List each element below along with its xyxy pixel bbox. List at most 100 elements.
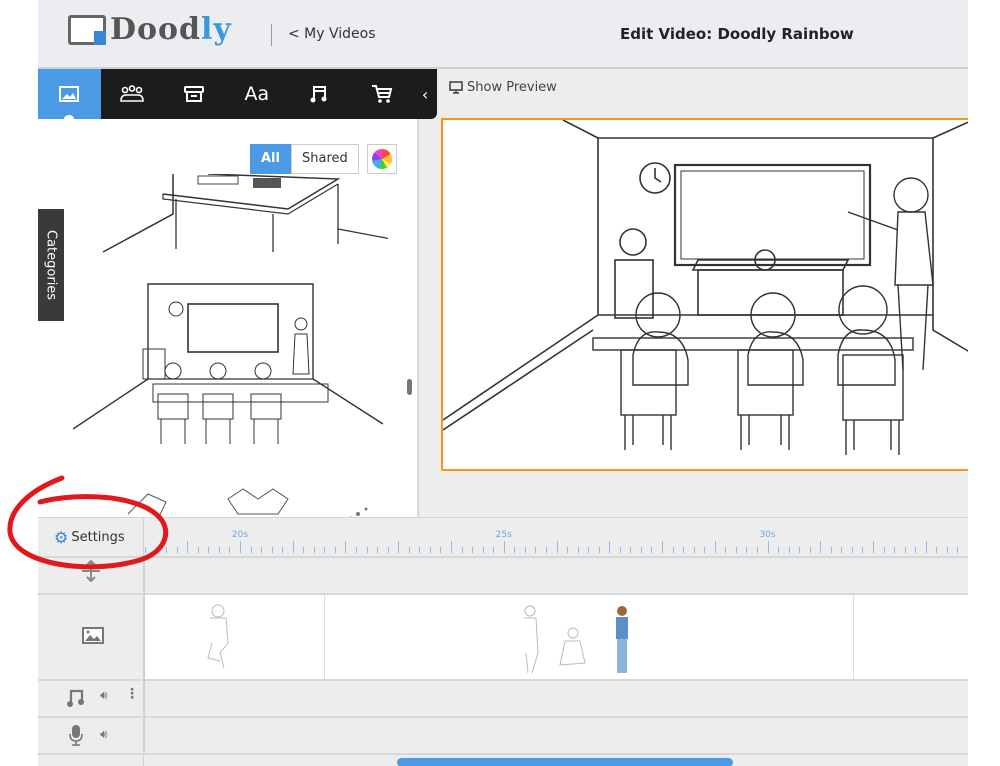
monitor-icon	[449, 81, 463, 94]
ruler-tick	[250, 547, 252, 553]
library-scrollbar[interactable]	[407, 379, 412, 395]
settings-button[interactable]: ⚙ Settings	[54, 528, 125, 547]
ruler-tick	[936, 547, 938, 553]
tab-images[interactable]	[38, 69, 101, 123]
app-header: Doodly < My Videos Edit Video: Doodly Ra…	[38, 0, 968, 69]
panel-divider[interactable]	[418, 119, 419, 519]
logo-text: Doodly	[110, 12, 232, 47]
ruler-tick	[524, 547, 526, 553]
music-track-icon	[67, 689, 84, 707]
ruler-tick	[261, 547, 263, 553]
ruler-tick	[609, 541, 611, 553]
ruler-tick	[588, 547, 590, 553]
ruler-tick	[851, 547, 853, 553]
track-header-divider	[144, 556, 145, 753]
ruler-tick	[640, 547, 642, 553]
ruler-tick	[208, 547, 210, 553]
show-preview-button[interactable]: Show Preview	[449, 80, 557, 95]
scene-canvas[interactable]	[441, 118, 968, 471]
ruler-tick	[398, 541, 400, 553]
ruler-tick	[873, 541, 875, 553]
ruler-tick	[820, 541, 822, 553]
box-icon	[184, 86, 205, 102]
ruler-tick	[303, 547, 305, 553]
ruler-tick	[651, 547, 653, 553]
library-thumb-classroom[interactable]	[73, 279, 383, 454]
ruler-tick	[767, 541, 769, 553]
page-title: Edit Video: Doodly Rainbow	[620, 25, 854, 43]
tab-characters[interactable]	[101, 69, 164, 119]
tab-text[interactable]: Aa	[226, 69, 289, 119]
ruler-tick	[166, 547, 168, 553]
ruler-tick	[693, 547, 695, 553]
timeline: ⚙ Settings 20s 25s 30s 🔊︎ ⋮ 🔊︎	[38, 517, 968, 766]
ruler-tick	[239, 541, 241, 553]
tab-music[interactable]	[288, 69, 351, 119]
move-icon[interactable]	[81, 560, 101, 582]
tab-props[interactable]	[163, 69, 226, 119]
ruler-tick	[356, 547, 358, 553]
ruler-tick	[915, 547, 917, 553]
row-divider	[38, 556, 968, 558]
more-options-icon[interactable]: ⋮	[125, 686, 139, 702]
ruler-tick	[567, 547, 569, 553]
ruler-tick	[493, 547, 495, 553]
ruler-tick	[672, 547, 674, 553]
music-icon	[310, 86, 327, 103]
filter-all-button[interactable]: All	[250, 144, 291, 174]
color-filter-button[interactable]	[366, 144, 397, 174]
ruler-tick	[809, 547, 811, 553]
tab-store[interactable]	[351, 69, 414, 119]
ruler-tick	[387, 547, 389, 553]
clip-thumb-characters[interactable]	[510, 603, 660, 678]
ruler-tick	[197, 547, 199, 553]
volume-icon[interactable]: 🔊︎	[100, 727, 108, 742]
ruler-tick	[788, 547, 790, 553]
color-wheel-icon	[371, 149, 392, 169]
ruler-tick	[366, 547, 368, 553]
categories-tab[interactable]: Categories	[38, 209, 64, 321]
ruler-tick	[472, 547, 474, 553]
ruler-tick	[862, 547, 864, 553]
ruler-tick	[946, 547, 948, 553]
ruler-label: 20s	[231, 530, 249, 540]
ruler-tick	[461, 547, 463, 553]
library-thumb-row[interactable]	[118, 484, 378, 519]
cart-icon	[371, 85, 393, 103]
ruler-tick	[904, 547, 906, 553]
row-divider	[38, 716, 968, 718]
image-icon	[59, 86, 80, 102]
ruler-tick	[619, 547, 621, 553]
ruler-tick	[841, 547, 843, 553]
ruler-tick	[799, 547, 801, 553]
ruler-tick	[714, 541, 716, 553]
ruler-tick	[756, 547, 758, 553]
ruler-tick	[324, 547, 326, 553]
ruler-tick	[176, 547, 178, 553]
ruler-tick	[229, 547, 231, 553]
library-thumb-desk[interactable]	[88, 174, 388, 254]
ruler-tick	[514, 547, 516, 553]
row-divider	[38, 753, 968, 755]
ruler-tick	[345, 541, 347, 553]
ruler-tick	[282, 547, 284, 553]
timeline-ruler[interactable]: 20s 25s 30s	[145, 518, 968, 556]
clip-thumb-character[interactable]	[200, 603, 240, 673]
doodly-logo[interactable]: Doodly	[68, 12, 232, 47]
collapse-panel-button[interactable]: ‹	[413, 69, 437, 119]
ruler-tick	[662, 541, 663, 553]
timeline-horizontal-scrollbar[interactable]	[397, 758, 733, 766]
ruler-tick	[778, 547, 780, 553]
ruler-tick	[598, 547, 600, 553]
ruler-tick	[957, 547, 959, 553]
ruler-tick	[419, 547, 421, 553]
text-icon: Aa	[244, 83, 270, 105]
show-preview-label: Show Preview	[467, 80, 557, 95]
volume-icon[interactable]: 🔊︎	[100, 688, 108, 703]
image-track[interactable]	[145, 595, 968, 679]
ruler-tick	[556, 541, 558, 553]
ruler-label: 25s	[495, 530, 512, 540]
row-divider	[38, 679, 968, 681]
filter-shared-button[interactable]: Shared	[290, 144, 359, 174]
my-videos-link[interactable]: < My Videos	[288, 26, 376, 42]
